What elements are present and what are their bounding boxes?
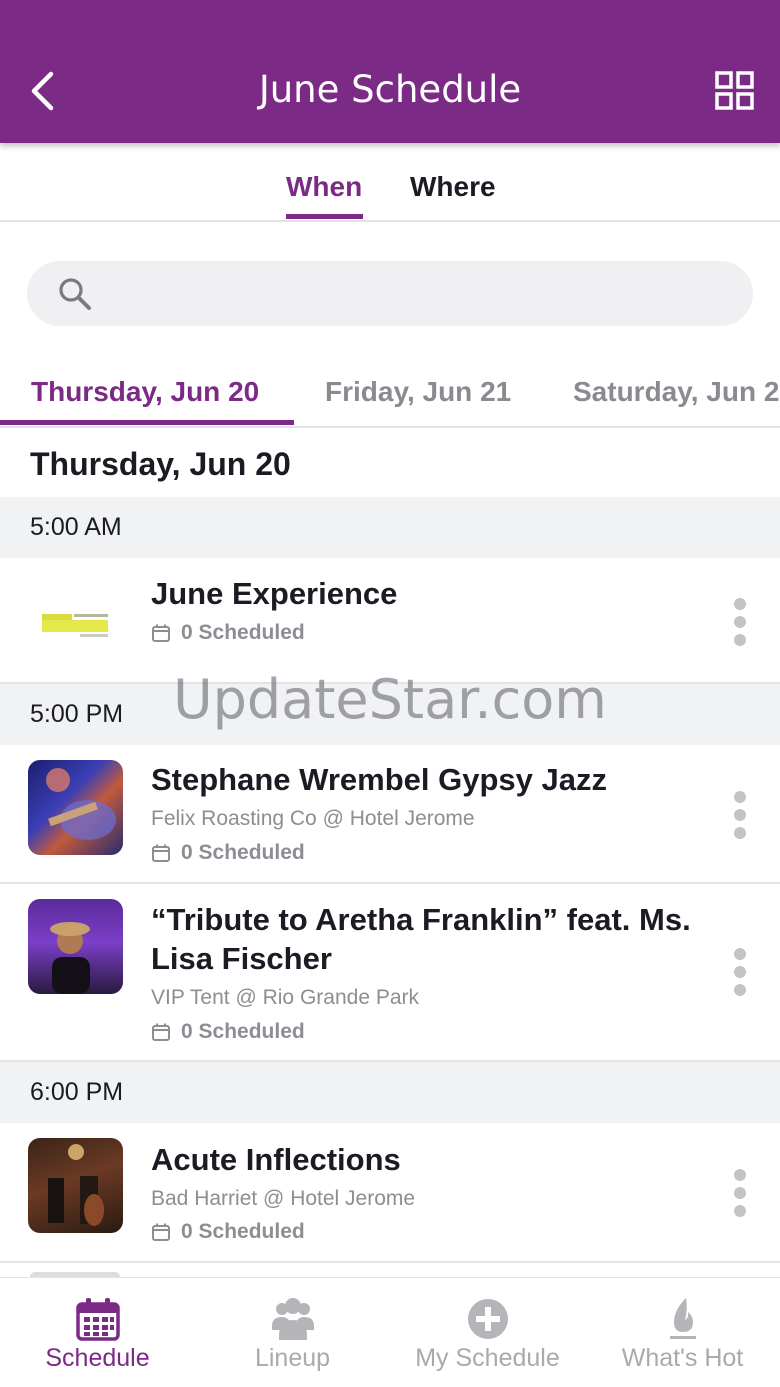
tab-when[interactable]: When — [286, 171, 362, 203]
search-icon — [59, 278, 91, 310]
bottom-navigation: Schedule Lineup My Schedule What's Hot — [0, 1277, 780, 1387]
day-tab-indicator — [0, 420, 294, 425]
time-label: 5:00 AM — [30, 513, 122, 541]
tab-indicator — [286, 214, 363, 219]
flame-icon — [670, 1298, 696, 1339]
nav-lineup[interactable]: Lineup — [195, 1278, 390, 1387]
more-options-button[interactable] — [730, 791, 750, 839]
nav-whats-hot[interactable]: What's Hot — [585, 1278, 780, 1387]
nav-whats-hot-label: What's Hot — [621, 1344, 744, 1372]
scheduled-count: 0 Scheduled — [151, 841, 305, 865]
time-header: 5:00 AM — [0, 497, 780, 558]
day-tab-saturday[interactable]: Saturday, Jun 2 — [573, 376, 779, 408]
event-title: “Tribute to Aretha Franklin” feat. Ms. L… — [151, 902, 691, 976]
calendar-icon — [152, 1223, 170, 1241]
nav-schedule[interactable]: Schedule — [0, 1278, 195, 1387]
event-row[interactable]: “Tribute to Aretha Franklin” feat. Ms. L… — [0, 884, 780, 1062]
more-options-button[interactable] — [730, 948, 750, 996]
app-bar: June Schedule — [0, 0, 780, 143]
date-heading: Thursday, Jun 20 — [30, 446, 291, 482]
day-tabs: Thursday, Jun 20 Friday, Jun 21 Saturday… — [0, 356, 780, 428]
event-title: Stephane Wrembel Gypsy Jazz — [151, 762, 607, 797]
more-options-button[interactable] — [730, 1169, 750, 1217]
event-title: June Experience — [151, 576, 398, 611]
event-title: Acute Inflections — [151, 1142, 401, 1177]
plus-circle-icon — [468, 1299, 508, 1339]
time-label: 6:00 PM — [30, 1078, 124, 1106]
calendar-icon — [76, 1298, 120, 1341]
tab-where[interactable]: Where — [410, 171, 496, 203]
event-venue: Bad Harriet @ Hotel Jerome — [151, 1187, 416, 1210]
people-icon — [272, 1298, 314, 1340]
scheduled-label: 0 Scheduled — [181, 1220, 305, 1243]
nav-my-schedule[interactable]: My Schedule — [390, 1278, 585, 1387]
page-title: June Schedule — [258, 68, 522, 111]
scheduled-count: 0 Scheduled — [151, 1220, 305, 1244]
grid-view-button[interactable] — [714, 71, 756, 111]
event-thumbnail — [28, 760, 123, 855]
segment-tabs: When Where — [0, 143, 780, 222]
time-label: 5:00 PM — [30, 700, 124, 728]
grid-icon — [715, 71, 754, 110]
event-thumbnail — [28, 573, 123, 668]
singer-photo-icon — [50, 922, 90, 994]
nav-schedule-label: Schedule — [45, 1344, 150, 1372]
jas-logo-icon — [42, 614, 108, 637]
guitarist-photo-icon — [46, 768, 116, 840]
calendar-icon — [152, 844, 170, 862]
day-tab-friday[interactable]: Friday, Jun 21 — [325, 376, 511, 408]
event-venue: Felix Roasting Co @ Hotel Jerome — [151, 807, 475, 830]
event-venue: VIP Tent @ Rio Grande Park — [151, 986, 420, 1009]
nav-my-schedule-label: My Schedule — [415, 1344, 560, 1372]
nav-lineup-label: Lineup — [254, 1344, 331, 1372]
scheduled-label: 0 Scheduled — [181, 841, 305, 864]
scheduled-label: 0 Scheduled — [181, 1020, 305, 1043]
calendar-icon — [152, 1023, 170, 1041]
event-thumbnail — [28, 1138, 123, 1233]
search-input[interactable] — [27, 261, 753, 326]
day-tab-thursday[interactable]: Thursday, Jun 20 — [31, 376, 259, 408]
calendar-icon — [152, 624, 170, 642]
scheduled-label: 0 Scheduled — [181, 621, 305, 644]
band-photo-icon — [48, 1144, 104, 1226]
time-header: 6:00 PM — [0, 1062, 780, 1123]
scheduled-count: 0 Scheduled — [151, 621, 305, 645]
more-options-button[interactable] — [730, 598, 750, 646]
event-row[interactable]: June Experience 0 Scheduled — [0, 558, 780, 684]
event-thumbnail — [28, 899, 123, 994]
event-row[interactable]: Stephane Wrembel Gypsy Jazz Felix Roasti… — [0, 745, 780, 884]
scheduled-count: 0 Scheduled — [151, 1020, 305, 1044]
event-row[interactable]: Acute Inflections Bad Harriet @ Hotel Je… — [0, 1123, 780, 1263]
time-header: 5:00 PM — [0, 684, 780, 745]
